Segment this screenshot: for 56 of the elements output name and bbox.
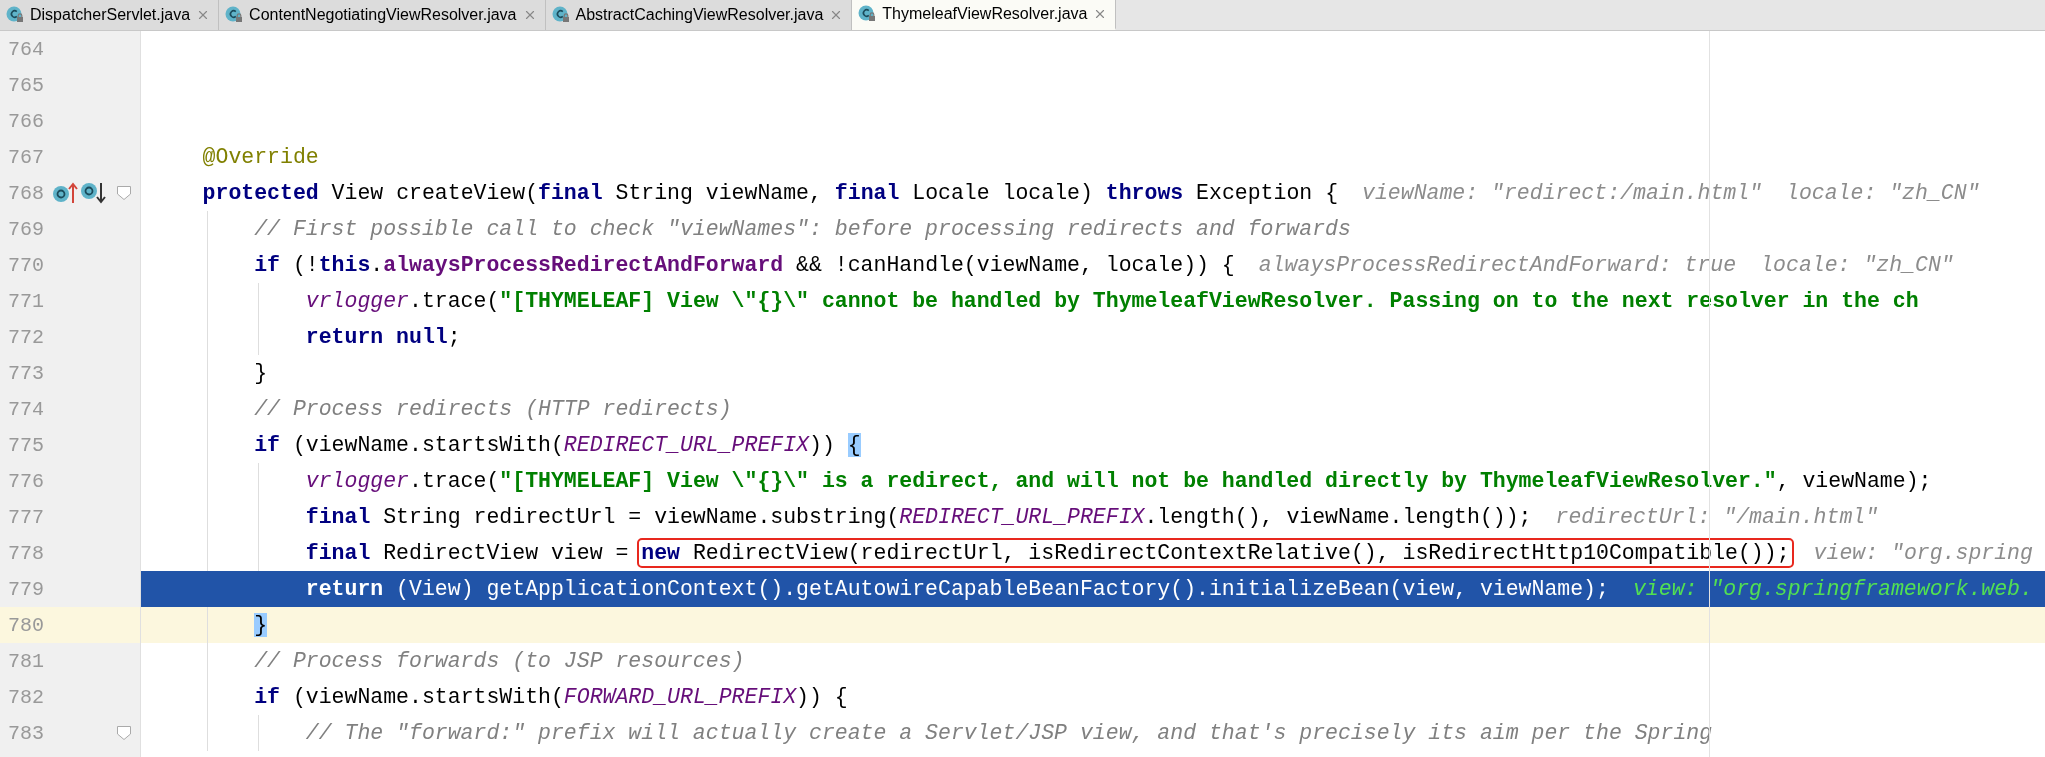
line-number: 775 (7, 433, 45, 457)
editor-tab[interactable]: AbstractCachingViewResolver.java (545, 0, 853, 30)
line-number: 777 (7, 505, 45, 529)
line-number: 771 (7, 289, 45, 313)
line-number: 770 (7, 253, 45, 277)
editor-tab[interactable]: ContentNegotiatingViewResolver.java (219, 0, 546, 30)
line-number: 765 (7, 73, 45, 97)
code-line: protected View createView(final String viewName, final Locale locale) throws Exception { (202, 181, 1339, 205)
class-file-icon (6, 6, 24, 24)
code-line: final RedirectView view = (305, 541, 630, 565)
code-line: if (viewName.startsWith(FORWARD_URL_PREFIX)) { (254, 685, 848, 709)
line-number: 776 (7, 469, 45, 493)
code-line: if (viewName.startsWith(REDIRECT_URL_PREFIX)) { (254, 433, 861, 457)
line-number: 782 (7, 685, 45, 709)
line-number: 764 (7, 37, 45, 61)
code-line: final String redirectUrl = viewName.substring(REDIRECT_URL_PREFIX.length(), viewName.length()); (305, 505, 1532, 529)
code-line: // First possible call to check "viewNames": before processing redirects and forwards (254, 217, 1351, 241)
inline-hint: viewName: "redirect:/main.html" (1362, 181, 1762, 205)
line-number: 780 (7, 613, 45, 637)
fold-icon[interactable] (116, 725, 132, 741)
class-file-icon (225, 6, 244, 24)
fold-icon[interactable] (116, 185, 132, 201)
editor-tab[interactable]: ThymeleafViewResolver.java (852, 0, 1117, 30)
inline-hint: redirectUrl: "/main.html" (1555, 505, 1879, 529)
line-number: 773 (7, 361, 45, 385)
code-line: return (View) getApplicationContext().getAutowireCapableBeanFactory().initializeBean(view, viewName); (305, 577, 1609, 601)
code-line: @Override (202, 145, 319, 169)
line-number: 767 (7, 145, 45, 169)
inline-hint: view: "org.spring (1813, 541, 2033, 565)
line-number: 779 (7, 577, 45, 601)
line-number: 772 (7, 325, 45, 349)
circle-down-arrow-icon[interactable] (80, 182, 106, 204)
code-line: // Process forwards (to JSP resources) (254, 649, 745, 673)
inline-hint: locale: "zh_CN" (1760, 253, 1954, 277)
code-line: vrlogger.trace("[THYMELEAF] View \"{}\" cannot be handled by ThymeleafViewResolver. Passing on to the next resolver in the ch (305, 289, 1919, 313)
line-number: 768 (7, 181, 45, 205)
inline-hint: locale: "zh_CN" (1786, 181, 1980, 205)
code-line: // Process redirects (HTTP redirects) (254, 397, 732, 421)
line-number: 766 (7, 109, 45, 133)
class-file-icon (858, 5, 877, 23)
circle-up-arrow-icon[interactable] (52, 182, 78, 204)
code-line: if (!this.alwaysProcessRedirectAndForward && !canHandle(viewName, locale)) { (254, 253, 1235, 277)
line-number: 774 (7, 397, 45, 421)
line-number: 781 (7, 649, 45, 673)
line-number: 783 (7, 721, 45, 745)
code-line: // The "forward:" prefix will actually create a Servlet/JSP view, and that's precisely its aim per the Spring (305, 721, 1713, 745)
inline-hint: alwaysProcessRedirectAndForward: true (1258, 253, 1737, 277)
code-line: return null; (305, 325, 461, 349)
class-file-icon (551, 6, 570, 24)
inline-hint: view: "org.springframework.web. (1632, 577, 2033, 601)
highlighted-code: new RedirectView(redirectUrl, isRedirectContextRelative(), isRedirectHttp10Compatible()); (637, 538, 1794, 568)
code-line: } (254, 361, 268, 385)
code-line: vrlogger.trace("[THYMELEAF] View \"{}\" is a redirect, and will not be handled directly by ThymeleafViewResolver.", viewName); (305, 469, 1932, 493)
line-number: 769 (7, 217, 45, 241)
line-number: 778 (7, 541, 45, 565)
editor-tab[interactable]: DispatcherServlet.java (0, 0, 220, 30)
